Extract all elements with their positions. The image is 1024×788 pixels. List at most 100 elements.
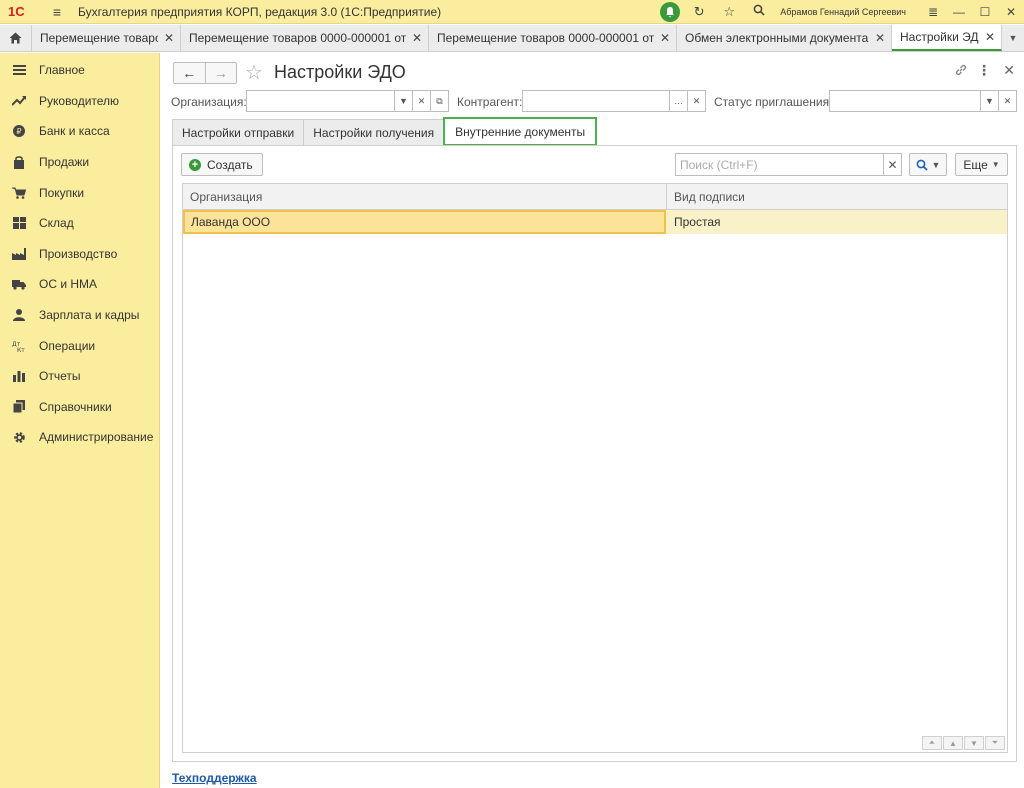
close-icon[interactable]: ✕	[1003, 62, 1015, 79]
history-icon[interactable]: ↻	[690, 4, 708, 20]
close-icon[interactable]: ✕	[660, 31, 670, 45]
scroll-bottom-icon[interactable]: ⏷	[985, 736, 1005, 750]
forward-arrow-icon[interactable]: →	[204, 63, 237, 83]
gear-icon	[12, 430, 26, 444]
table-row[interactable]: Лаванда ООО Простая	[183, 210, 1007, 234]
open-windows-bar: Перемещение товаров ✕ Перемещение товаро…	[0, 25, 1024, 52]
window-tab[interactable]: Обмен электронными документами ✕	[677, 25, 892, 51]
dt-kt-icon: Дт Кт	[12, 339, 26, 353]
history-navigation: ← →	[173, 62, 237, 84]
support-link[interactable]: Техподдержка	[172, 771, 257, 785]
home-icon[interactable]	[0, 25, 32, 51]
invitation-status-label: Статус приглашения:	[714, 95, 833, 109]
close-icon[interactable]: ✕	[998, 5, 1024, 19]
window-tab-active[interactable]: Настройки ЭДО ✕	[892, 25, 1002, 51]
star-icon[interactable]: ☆	[720, 4, 738, 20]
scroll-down-icon[interactable]: ▼	[964, 736, 984, 750]
settings-icon[interactable]: ≣	[920, 5, 946, 19]
invitation-status-input[interactable]	[830, 91, 980, 111]
sidebar-item-reports[interactable]: Отчеты	[0, 361, 159, 392]
scroll-up-icon[interactable]: ▲	[943, 736, 963, 750]
sidebar-item-production[interactable]: Производство	[0, 239, 159, 270]
sidebar-item-label: Зарплата и кадры	[39, 308, 140, 323]
sidebar-item-label: Администрирование	[39, 430, 154, 445]
column-header-signature-type[interactable]: Вид подписи	[667, 184, 1007, 209]
sidebar-item-warehouse[interactable]: Склад	[0, 208, 159, 239]
sidebar-item-manager[interactable]: Руководителю	[0, 86, 159, 117]
sidebar-item-fixed-assets[interactable]: ОС и НМА	[0, 269, 159, 300]
sidebar-item-purchases[interactable]: Покупки	[0, 177, 159, 208]
sidebar-item-label: ОС и НМА	[39, 277, 98, 292]
column-header-organization[interactable]: Организация	[183, 184, 667, 209]
search-field[interactable]: ✕	[675, 153, 902, 176]
chevron-down-icon[interactable]: ▼	[1002, 25, 1024, 51]
table-cell-signature-type[interactable]: Простая	[666, 210, 1007, 234]
tab-panel: + Создать ✕ ▼ Еще ▼ Организация Вид подп…	[172, 145, 1017, 762]
favorite-star-icon[interactable]: ☆	[245, 60, 263, 85]
open-icon[interactable]: ⧉	[430, 91, 448, 111]
clear-icon[interactable]: ✕	[412, 91, 430, 111]
sidebar-item-salary[interactable]: Зарплата и кадры	[0, 300, 159, 331]
organization-input[interactable]	[247, 91, 394, 111]
minimize-icon[interactable]: —	[946, 5, 972, 19]
bell-icon[interactable]	[660, 1, 681, 22]
sidebar-item-administration[interactable]: Администрирование	[0, 422, 159, 453]
data-table: Организация Вид подписи Лаванда ООО Прос…	[182, 183, 1008, 753]
clear-icon[interactable]: ✕	[998, 91, 1016, 111]
clear-icon[interactable]: ✕	[883, 154, 901, 175]
sidebar-item-label: Склад	[39, 216, 74, 231]
invitation-status-field[interactable]: ▼ ✕	[829, 90, 1017, 112]
close-icon[interactable]: ✕	[412, 31, 422, 45]
maximize-icon[interactable]: ☐	[972, 5, 998, 19]
sidebar-item-main[interactable]: Главное	[0, 55, 159, 86]
select-ellipsis-icon[interactable]: …	[669, 91, 687, 111]
window-tab-label: Перемещение товаров 0000-000001 от ...	[189, 31, 406, 45]
menu-icon[interactable]: ≡	[46, 4, 68, 20]
list-icon	[12, 63, 26, 77]
search-icon[interactable]	[750, 4, 768, 19]
page-title: Настройки ЭДО	[274, 62, 406, 82]
organization-field[interactable]: ▼ ✕ ⧉	[246, 90, 449, 112]
sidebar-item-sales[interactable]: Продажи	[0, 147, 159, 178]
more-vertical-icon[interactable]: ⋮	[977, 62, 991, 79]
counterparty-label: Контрагент:	[457, 95, 523, 109]
window-tab[interactable]: Перемещение товаров ✕	[32, 25, 181, 51]
tab-send-settings[interactable]: Настройки отправки	[172, 119, 305, 146]
scroll-top-icon[interactable]: ⏶	[922, 736, 942, 750]
window-tab[interactable]: Перемещение товаров 0000-000001 от ... ✕	[429, 25, 677, 51]
window-tab-label: Обмен электронными документами	[685, 31, 869, 45]
coin-icon: ₽	[12, 124, 26, 138]
tab-receive-settings[interactable]: Настройки получения	[303, 119, 445, 146]
close-icon[interactable]: ✕	[875, 31, 885, 45]
chevron-down-icon: ▼	[931, 159, 941, 170]
filter-bar: Организация: ▼ ✕ ⧉ Контрагент: … ✕ Стату…	[171, 90, 1021, 112]
cart-icon	[12, 186, 26, 200]
table-cell-organization[interactable]: Лаванда ООО	[183, 210, 666, 234]
close-icon[interactable]: ✕	[985, 30, 995, 44]
search-button[interactable]: ▼	[909, 153, 947, 176]
table-scroll-buttons: ⏶ ▲ ▼ ⏷	[921, 736, 1005, 750]
create-button[interactable]: + Создать	[181, 153, 263, 176]
sidebar-item-bank[interactable]: ₽ Банк и касса	[0, 116, 159, 147]
close-icon[interactable]: ✕	[164, 31, 174, 45]
sidebar-item-directories[interactable]: Справочники	[0, 392, 159, 423]
link-icon[interactable]	[954, 63, 968, 80]
tab-internal-documents[interactable]: Внутренние документы	[443, 117, 598, 146]
chevron-down-icon[interactable]: ▼	[394, 91, 412, 111]
chevron-down-icon: ▼	[991, 160, 1000, 169]
more-button[interactable]: Еще ▼	[955, 153, 1008, 176]
sidebar-item-operations[interactable]: Дт Кт Операции	[0, 330, 159, 361]
window-tab[interactable]: Перемещение товаров 0000-000001 от ... ✕	[181, 25, 429, 51]
counterparty-field[interactable]: … ✕	[522, 90, 706, 112]
window-tab-label: Перемещение товаров 0000-000001 от ...	[437, 31, 654, 45]
book-icon	[12, 400, 26, 414]
back-arrow-icon[interactable]: ←	[174, 63, 205, 83]
sidebar-item-label: Продажи	[39, 155, 90, 170]
chevron-down-icon[interactable]: ▼	[980, 91, 998, 111]
user-name[interactable]: Абрамов Геннадий Сергеевич	[780, 7, 906, 17]
table-header: Организация Вид подписи	[183, 184, 1007, 210]
create-button-label: Создать	[207, 157, 253, 172]
search-input[interactable]	[676, 154, 883, 175]
clear-icon[interactable]: ✕	[687, 91, 705, 111]
counterparty-input[interactable]	[523, 91, 669, 111]
